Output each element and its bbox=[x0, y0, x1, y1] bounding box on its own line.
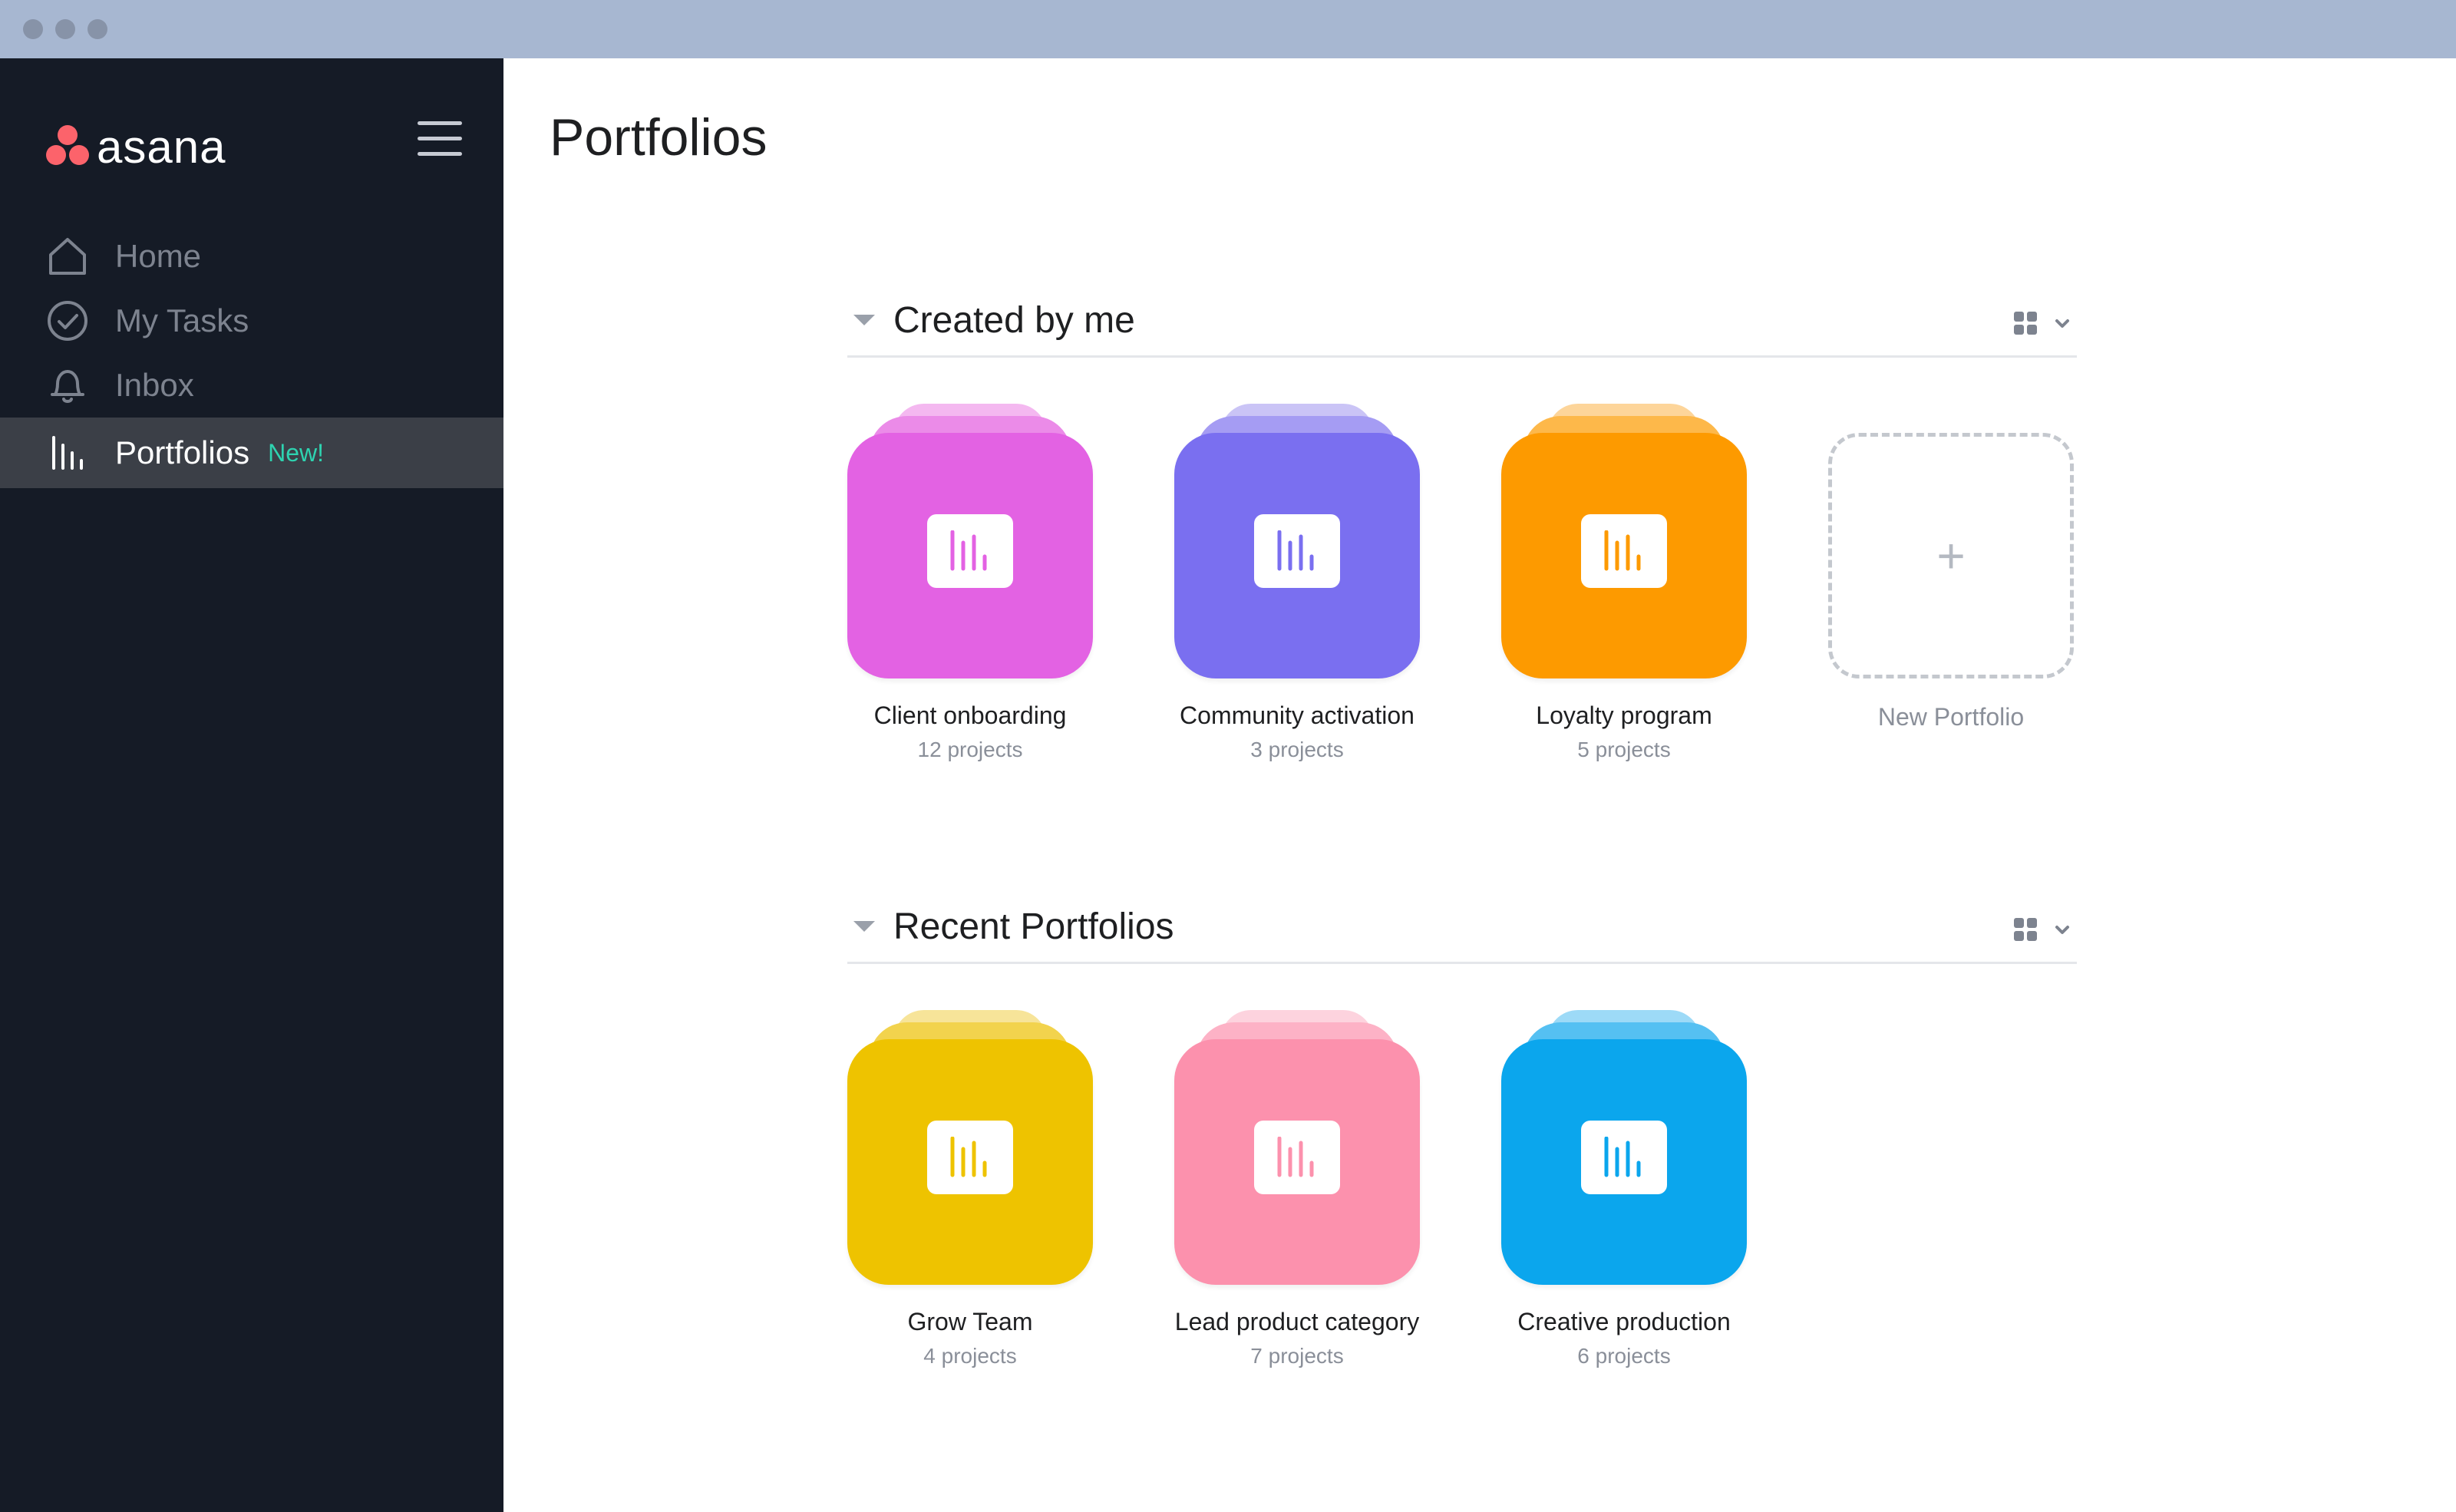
asana-logo-icon bbox=[45, 125, 91, 170]
new-portfolio-button[interactable]: + New Portfolio bbox=[1828, 404, 2074, 731]
window-titlebar bbox=[0, 0, 2456, 58]
logo-text: asana bbox=[97, 121, 226, 173]
view-toggle-button[interactable] bbox=[2014, 309, 2077, 339]
portfolio-name: Lead product category bbox=[1174, 1308, 1420, 1335]
bar-chart-icon bbox=[1254, 1121, 1340, 1194]
portfolio-grid: Grow Team 4 projects Lead product catego… bbox=[847, 964, 2077, 1394]
new-portfolio-placeholder: + bbox=[1828, 404, 2074, 680]
check-circle-icon bbox=[45, 298, 91, 344]
portfolio-name: Client onboarding bbox=[873, 702, 1067, 729]
portfolio-icon-stack bbox=[847, 1010, 1093, 1286]
portfolio-grid: Client onboarding 12 projects Community … bbox=[847, 358, 2077, 787]
portfolio-name: Grow Team bbox=[907, 1308, 1033, 1335]
sidebar: asana Home My Tasks Inbox Portfolios New… bbox=[0, 58, 503, 1512]
asana-logo[interactable]: asana bbox=[45, 117, 226, 178]
portfolio-tile[interactable]: Loyalty program 5 projects bbox=[1501, 404, 1747, 762]
view-toggle-button[interactable] bbox=[2014, 915, 2077, 946]
section-recent-portfolios: Recent Portfolios Grow Team 4 projects L… bbox=[847, 895, 2077, 1394]
new-badge: New! bbox=[268, 438, 324, 467]
sidebar-nav: Home My Tasks Inbox Portfolios New! bbox=[0, 224, 503, 488]
section-created-by-me: Created by me Client onboarding 12 proje… bbox=[847, 289, 2077, 787]
sidebar-item-label: Inbox bbox=[115, 367, 194, 403]
portfolio-icon-stack bbox=[1501, 404, 1747, 680]
collapse-caret-icon[interactable] bbox=[853, 315, 875, 325]
bar-chart-icon bbox=[1581, 1121, 1667, 1194]
window-minimize-button[interactable] bbox=[55, 19, 75, 39]
sidebar-item-label: Portfolios bbox=[115, 434, 250, 470]
chevron-down-icon bbox=[2055, 926, 2069, 934]
chevron-down-icon bbox=[2055, 319, 2069, 328]
bar-chart-icon bbox=[927, 1121, 1013, 1194]
bar-chart-icon bbox=[1581, 514, 1667, 588]
window-maximize-button[interactable] bbox=[87, 19, 107, 39]
sidebar-item-portfolios[interactable]: Portfolios New! bbox=[0, 418, 503, 488]
portfolio-tile[interactable]: Grow Team 4 projects bbox=[847, 1010, 1093, 1368]
plus-icon: + bbox=[1936, 528, 1966, 583]
window-close-button[interactable] bbox=[23, 19, 43, 39]
portfolio-name: Creative production bbox=[1517, 1308, 1731, 1335]
portfolio-name: Community activation bbox=[1180, 702, 1415, 729]
grid-view-icon bbox=[2014, 312, 2038, 336]
section-header: Created by me bbox=[847, 289, 2077, 358]
home-icon bbox=[45, 233, 91, 279]
portfolio-project-count: 3 projects bbox=[1250, 738, 1344, 761]
hamburger-menu-icon[interactable] bbox=[418, 120, 462, 158]
sidebar-item-my-tasks[interactable]: My Tasks bbox=[0, 289, 503, 353]
portfolio-tile[interactable]: Community activation 3 projects bbox=[1174, 404, 1420, 762]
portfolio-tile[interactable]: Creative production 6 projects bbox=[1501, 1010, 1747, 1368]
portfolio-tile[interactable]: Lead product category 7 projects bbox=[1174, 1010, 1420, 1368]
portfolio-project-count: 6 projects bbox=[1577, 1344, 1671, 1368]
section-title: Created by me bbox=[893, 300, 1135, 341]
portfolio-tile[interactable]: Client onboarding 12 projects bbox=[847, 404, 1093, 762]
portfolio-project-count: 4 projects bbox=[923, 1344, 1017, 1368]
portfolio-project-count: 12 projects bbox=[917, 738, 1023, 761]
new-portfolio-label: New Portfolio bbox=[1877, 703, 2025, 731]
sidebar-item-label: My Tasks bbox=[115, 302, 249, 338]
sidebar-item-home[interactable]: Home bbox=[0, 224, 503, 289]
section-header: Recent Portfolios bbox=[847, 895, 2077, 964]
bar-chart-icon bbox=[1254, 514, 1340, 588]
portfolio-icon-stack bbox=[1501, 1010, 1747, 1286]
sidebar-item-label: Home bbox=[115, 238, 202, 274]
portfolio-project-count: 7 projects bbox=[1250, 1344, 1344, 1368]
grid-view-icon bbox=[2014, 918, 2038, 943]
section-title: Recent Portfolios bbox=[893, 906, 1174, 947]
sidebar-item-inbox[interactable]: Inbox bbox=[0, 353, 503, 418]
page-title: Portfolios bbox=[550, 108, 768, 167]
bar-chart-icon bbox=[45, 430, 91, 476]
portfolio-project-count: 5 projects bbox=[1577, 738, 1671, 761]
bell-icon bbox=[45, 362, 91, 408]
portfolio-icon-stack bbox=[847, 404, 1093, 680]
portfolio-icon-stack bbox=[1174, 404, 1420, 680]
collapse-caret-icon[interactable] bbox=[853, 921, 875, 932]
portfolio-icon-stack bbox=[1174, 1010, 1420, 1286]
portfolio-name: Loyalty program bbox=[1536, 702, 1712, 729]
bar-chart-icon bbox=[927, 514, 1013, 588]
